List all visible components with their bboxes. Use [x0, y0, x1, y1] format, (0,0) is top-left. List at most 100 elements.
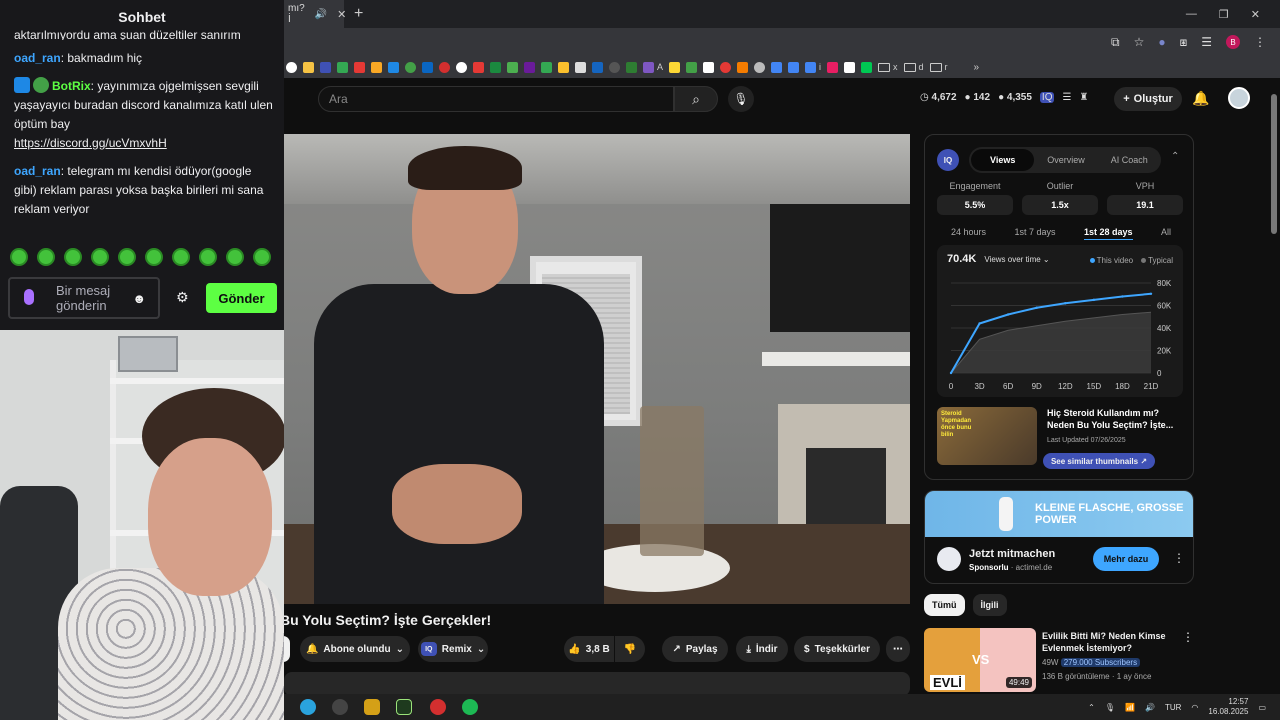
bookmark-google-icon[interactable] [286, 61, 297, 73]
share-button[interactable]: ↗ Paylaş [662, 636, 728, 662]
recommended-title[interactable]: Evlilik Bitti Mi? Neden Kimse Evlenmek İ… [1042, 630, 1178, 654]
language-indicator[interactable]: TUR [1165, 703, 1181, 712]
bookmark-docs-icon[interactable] [771, 61, 783, 73]
wifi-icon[interactable]: ◠ [1191, 703, 1198, 712]
send-button[interactable]: Gönder [206, 283, 277, 313]
page-scrollbar[interactable] [1270, 90, 1278, 690]
filter-all[interactable]: Tümü [924, 594, 965, 616]
bookmark-icon[interactable] [626, 61, 637, 73]
bookmark-icon[interactable] [686, 61, 698, 73]
chat-input[interactable]: Bir mesaj gönderin ☻ [8, 277, 160, 319]
tab-overview[interactable]: Overview [1034, 155, 1097, 165]
bookmark-icon[interactable] [861, 61, 873, 73]
folder-icon[interactable] [929, 62, 942, 72]
bookmark-icon[interactable] [371, 61, 382, 73]
chrome-icon[interactable] [332, 699, 348, 715]
recommended-video[interactable]: EVLİ VS 49:49 Evlilik Bitti Mi? Neden Ki… [924, 628, 1194, 694]
telegram-icon[interactable] [300, 699, 316, 715]
bookmark-icon[interactable] [643, 61, 654, 73]
bookmark-maps-icon[interactable] [507, 61, 518, 73]
vidiq-icon[interactable]: IQ [1039, 92, 1055, 103]
bookmark-star-icon[interactable]: ☆ [1134, 35, 1145, 49]
bookmark-icon[interactable] [669, 61, 681, 73]
bookmark-icon[interactable] [609, 61, 620, 73]
bookmark-icon[interactable] [524, 61, 535, 73]
app-icon[interactable] [364, 699, 380, 715]
bookmark-icon[interactable] [303, 61, 314, 73]
avatar[interactable] [1228, 87, 1250, 109]
bookmark-icon[interactable] [720, 61, 732, 73]
see-similar-thumbnails-button[interactable]: See similar thumbnails ↗ [1043, 453, 1155, 469]
search-icon[interactable]: ⌕ [674, 86, 718, 112]
emote-icon[interactable] [172, 248, 190, 266]
bookmark-label[interactable]: A [657, 62, 663, 72]
bookmark-icon[interactable] [320, 61, 331, 73]
ad-cta-button[interactable]: Mehr dazu [1093, 547, 1159, 571]
create-button[interactable]: + Oluştur [1114, 87, 1182, 111]
recommended-thumbnail[interactable]: EVLİ VS 49:49 [924, 628, 1036, 692]
more-bookmarks-icon[interactable]: » [974, 62, 980, 73]
range-28d[interactable]: 1st 28 days [1083, 227, 1133, 240]
bookmark-label[interactable]: x [893, 62, 898, 72]
like-button[interactable]: 👍 3,8 B [564, 636, 614, 662]
profile-avatar[interactable]: B [1226, 35, 1240, 49]
bookmark-icon[interactable] [439, 61, 450, 73]
cast-icon[interactable]: ⧉ [1111, 35, 1120, 50]
emote-icon[interactable] [64, 248, 82, 266]
bookmark-icon[interactable] [354, 61, 365, 73]
emoji-icon[interactable]: ☻ [132, 291, 146, 306]
browser-tab[interactable]: mı? İ 🔊 ✕ [284, 0, 346, 28]
bookmark-excel-icon[interactable] [490, 61, 501, 73]
close-tab-icon[interactable]: ✕ [337, 8, 346, 21]
more-vert-icon[interactable]: ⋮ [1182, 630, 1194, 644]
thanks-button[interactable]: $ Teşekkürler [794, 636, 880, 662]
reading-list-icon[interactable]: ☰ [1201, 35, 1212, 49]
spotify-icon[interactable] [462, 699, 478, 715]
thumbnail-preview[interactable]: Steroid Yapmadan önce bunu bilin [937, 407, 1037, 465]
chat-username[interactable]: oad_ran [14, 51, 61, 65]
chat-link[interactable]: https://discord.gg/ucVmxvhH [14, 136, 167, 150]
range-7d[interactable]: 1st 7 days [1014, 227, 1055, 240]
bookmark-label[interactable]: d [919, 62, 924, 72]
bookmark-icon[interactable] [737, 61, 749, 73]
emote-icon[interactable] [199, 248, 217, 266]
bookmark-icon[interactable] [388, 61, 399, 73]
network-icon[interactable]: 📶 [1125, 703, 1135, 712]
trophy-icon[interactable]: ♜ [1079, 92, 1088, 103]
remix-button[interactable]: IQ Remix ⌄ [418, 636, 488, 662]
chat-username[interactable]: BotRix [52, 79, 91, 93]
opera-icon[interactable] [430, 699, 446, 715]
ad-banner[interactable]: KLEINE FLASCHE, GROSSE POWER [925, 491, 1193, 537]
folder-icon[interactable] [878, 62, 891, 72]
bookmark-icon[interactable] [575, 61, 586, 73]
speaker-icon[interactable]: 🔊 [315, 9, 327, 20]
chevron-up-icon[interactable]: ⌃ [1171, 151, 1179, 162]
bookmark-icon[interactable] [592, 61, 603, 73]
range-24h[interactable]: 24 hours [951, 227, 986, 240]
description-box[interactable] [284, 672, 910, 696]
range-all[interactable]: All [1161, 227, 1171, 240]
clock[interactable]: 12:57 16.08.2025 [1208, 697, 1248, 717]
emote-icon[interactable] [145, 248, 163, 266]
sponsored-ad[interactable]: KLEINE FLASCHE, GROSSE POWER Jetzt mitma… [924, 490, 1194, 584]
minimize-icon[interactable]: — [1186, 8, 1197, 21]
new-tab-button[interactable]: + [354, 5, 363, 23]
bookmark-icon[interactable] [558, 61, 569, 73]
filter-related[interactable]: İlgili [972, 594, 1007, 616]
voice-search-icon[interactable]: 🎙 [728, 86, 754, 112]
chevron-up-icon[interactable]: ⌃ [1088, 703, 1095, 712]
extensions-puzzle-icon[interactable]: ⧆ [1180, 35, 1188, 50]
bookmark-drive-icon[interactable] [541, 61, 552, 73]
emote-icon[interactable] [118, 248, 136, 266]
folder-icon[interactable] [903, 62, 916, 72]
volume-icon[interactable]: 🔊 [1145, 703, 1155, 712]
emote-icon[interactable] [37, 248, 55, 266]
chat-username[interactable]: oad_ran [14, 164, 61, 178]
maximize-icon[interactable]: ❐ [1219, 8, 1229, 21]
browser-menu-icon[interactable]: ⋮ [1254, 35, 1266, 49]
extension-vidiq-icon[interactable]: ● [1158, 35, 1165, 49]
bookmark-icon[interactable] [473, 61, 484, 73]
bookmark-docs-icon[interactable] [788, 61, 800, 73]
mic-icon[interactable] [24, 289, 34, 305]
bookmark-linkedin-icon[interactable] [422, 61, 433, 73]
